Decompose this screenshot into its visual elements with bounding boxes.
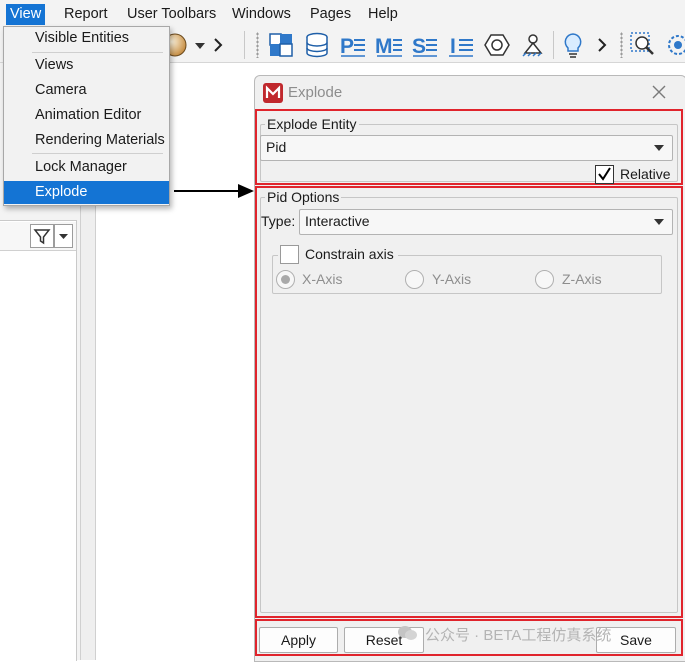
menu-bar: View Report User Toolbars Windows Pages … <box>0 0 685 29</box>
menu-windows[interactable]: Windows <box>228 4 295 25</box>
i-entity-icon[interactable]: I <box>446 30 476 60</box>
relative-label: Relative <box>620 166 671 182</box>
menu-pages[interactable]: Pages <box>306 4 355 25</box>
z-axis-label: Z-Axis <box>562 271 602 287</box>
menu-user-toolbars[interactable]: User Toolbars <box>123 4 220 25</box>
type-value: Interactive <box>305 213 370 229</box>
toolbar-separator <box>553 31 554 59</box>
menu-help[interactable]: Help <box>364 4 402 25</box>
explode-entity-select[interactable]: Pid <box>260 135 673 161</box>
apply-button[interactable]: Apply <box>259 627 338 653</box>
view-menu-dropdown: Visible Entities Views Camera Animation … <box>3 26 170 206</box>
menu-item-views[interactable]: Views <box>4 54 169 77</box>
relative-checkbox[interactable] <box>595 165 614 184</box>
refresh-view-icon[interactable] <box>663 30 685 60</box>
menu-report[interactable]: Report <box>60 4 112 25</box>
toolbar-grip[interactable] <box>256 32 259 58</box>
type-label: Type: <box>261 213 296 229</box>
app-logo-icon <box>263 83 283 103</box>
zoom-window-icon[interactable] <box>628 30 658 60</box>
menu-item-visible-entities[interactable]: Visible Entities <box>4 27 169 50</box>
nut-hexagon-icon[interactable] <box>482 30 512 60</box>
entity-list-panel <box>0 220 77 661</box>
x-axis-label: X-Axis <box>302 271 343 287</box>
dialog-title: Explode <box>288 84 343 101</box>
close-icon[interactable] <box>651 84 667 100</box>
x-axis-radio[interactable] <box>276 270 295 289</box>
filter-dropdown-button[interactable] <box>54 224 73 248</box>
y-axis-radio[interactable] <box>405 270 424 289</box>
menu-item-rendering-materials[interactable]: Rendering Materials <box>4 129 169 152</box>
toolbar-separator <box>244 31 245 59</box>
menu-item-lock-manager[interactable]: Lock Manager <box>4 156 169 179</box>
constrain-axis-checkbox[interactable] <box>280 245 299 264</box>
menu-item-explode[interactable]: Explode <box>4 181 169 204</box>
chevron-down-icon <box>654 145 664 151</box>
wechat-icon <box>397 624 419 642</box>
checkmark-icon <box>598 167 611 181</box>
dropdown-caret-icon[interactable] <box>192 30 208 60</box>
z-axis-radio[interactable] <box>535 270 554 289</box>
pid-options-group-label: Pid Options <box>265 189 342 205</box>
toolbar-grip[interactable] <box>620 32 623 58</box>
s-entity-icon[interactable]: S <box>410 30 440 60</box>
menu-separator <box>32 153 163 154</box>
menu-item-animation-editor[interactable]: Animation Editor <box>4 104 169 127</box>
arrow-right-icon <box>174 184 254 198</box>
lightbulb-icon[interactable] <box>558 30 588 60</box>
p-entity-icon[interactable]: P <box>338 30 368 60</box>
funnel-icon <box>33 229 51 245</box>
dropdown-caret-icon <box>59 234 68 239</box>
parts-blocks-icon[interactable] <box>266 30 296 60</box>
menu-item-camera[interactable]: Camera <box>4 79 169 102</box>
watermark-text: 公众号 · BETA工程仿真系统 <box>425 627 612 644</box>
menu-separator <box>32 52 163 53</box>
pin-support-icon[interactable] <box>518 30 548 60</box>
explode-entity-value: Pid <box>266 139 287 155</box>
explode-entity-group-label: Explode Entity <box>265 116 359 132</box>
chevron-right-icon[interactable] <box>592 30 612 60</box>
menu-view[interactable]: View <box>6 4 46 25</box>
constrain-axis-label: Constrain axis <box>305 246 394 262</box>
chevron-right-icon[interactable] <box>208 30 228 60</box>
chevron-down-icon <box>654 219 664 225</box>
filter-button[interactable] <box>30 224 54 248</box>
y-axis-label: Y-Axis <box>432 271 472 287</box>
svg-text:I: I <box>450 35 456 58</box>
svg-text:S: S <box>412 35 426 58</box>
m-entity-icon[interactable]: M <box>374 30 404 60</box>
database-icon[interactable] <box>302 30 332 60</box>
type-select[interactable]: Interactive <box>299 209 673 235</box>
svg-text:M: M <box>375 35 393 58</box>
svg-text:P: P <box>340 35 354 58</box>
